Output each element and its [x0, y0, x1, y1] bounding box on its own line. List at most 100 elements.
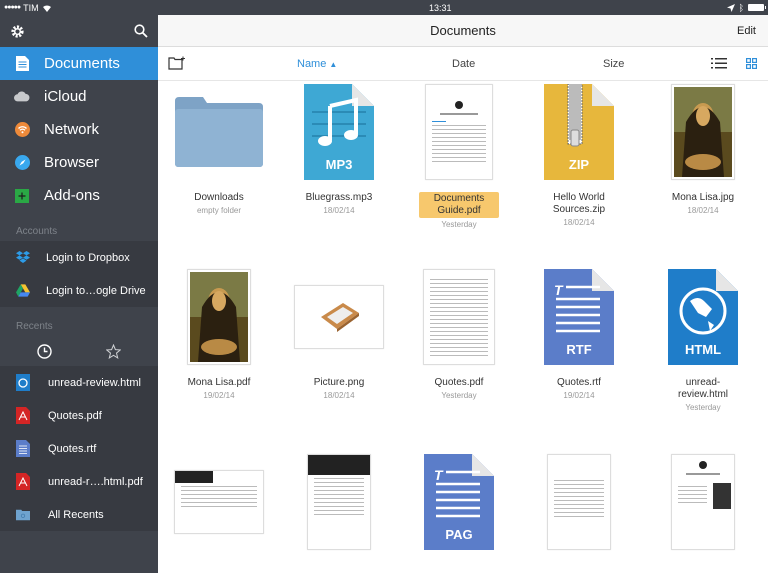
pdf-file-icon [16, 407, 30, 424]
wifi-status-icon [42, 4, 51, 12]
file-item[interactable] [158, 452, 280, 552]
file-thumbnail [398, 267, 520, 367]
sidebar-item-label: Browser [44, 154, 100, 171]
file-thumbnail: MP3 [278, 82, 400, 182]
file-date: Yesterday [441, 391, 477, 400]
recent-item[interactable]: unread-review.html [0, 366, 158, 399]
recent-label: Quotes.pdf [48, 409, 102, 422]
file-thumbnail [642, 452, 764, 552]
file-name: Bluegrass.mp3 [305, 192, 373, 203]
image-preview [671, 84, 735, 180]
file-item[interactable]: Mona Lisa.pdf 19/02/14 [158, 267, 280, 400]
sidebar-item-label: Documents [44, 55, 120, 72]
accounts-label: Accounts [16, 226, 58, 237]
file-name: unread-review.html [677, 377, 728, 400]
web-preview [174, 470, 264, 534]
grid-view-icon[interactable] [746, 58, 757, 69]
file-date: 18/02/14 [687, 206, 719, 215]
file-name: Documents Guide.pdf [419, 192, 499, 218]
sidebar-item-add-ons[interactable]: Add-ons [0, 179, 158, 212]
sort-name-label: Name [297, 57, 327, 70]
file-item[interactable]: HTML unread-review.html Yesterday [642, 267, 764, 412]
gear-icon[interactable] [10, 24, 25, 39]
sidebar-item-network[interactable]: Network [0, 113, 158, 146]
status-bar: ●●●●● TIM 13:31 ᛒ [0, 0, 768, 15]
recent-item[interactable]: Quotes.pdf [0, 399, 158, 432]
file-name: Mona Lisa.pdf [187, 377, 251, 388]
file-item[interactable]: Quotes.pdf Yesterday [398, 267, 520, 400]
rtf-file-icon [16, 440, 30, 457]
file-type-label: HTML [684, 342, 722, 357]
pdf-preview [423, 269, 495, 365]
file-item[interactable]: T PAG [398, 452, 520, 552]
file-date: empty folder [196, 206, 242, 215]
signal-icon: ●●●●● [4, 4, 21, 11]
file-name: Downloads [194, 192, 244, 203]
star-icon[interactable] [106, 343, 121, 359]
sort-by-name[interactable]: Name ▲ [297, 58, 337, 70]
file-thumbnail [518, 452, 640, 552]
all-recents[interactable]: All Recents [0, 498, 158, 531]
document-icon [14, 56, 30, 72]
file-date: Yesterday [441, 220, 477, 229]
new-folder-icon[interactable] [168, 56, 186, 70]
accounts-list: Login to Dropbox Login to…ogle Drive [0, 241, 158, 307]
file-item[interactable]: MP3 Bluegrass.mp3 18/02/14 [278, 82, 400, 215]
edit-button[interactable]: Edit [737, 25, 756, 37]
list-view-icon[interactable] [711, 58, 727, 69]
file-thumbnail [278, 267, 400, 367]
login-google-drive[interactable]: Login to…ogle Drive [0, 274, 158, 307]
sort-by-size[interactable]: Size [603, 58, 624, 70]
image-preview [294, 285, 384, 349]
recent-label: unread-review.html [48, 376, 141, 389]
file-type-label: RTF [566, 342, 592, 357]
sidebar-item-browser[interactable]: Browser [0, 146, 158, 179]
main-panel: Documents Edit Name ▲ Date Size Download… [158, 15, 768, 573]
recents-list: unread-review.html Quotes.pdf Quotes.rtf… [0, 366, 158, 531]
clock-icon[interactable] [37, 343, 52, 359]
recent-item[interactable]: unread-r….html.pdf [0, 465, 158, 498]
clock: 13:31 [429, 2, 452, 13]
file-item[interactable] [518, 452, 640, 552]
recent-item[interactable]: Quotes.rtf [0, 432, 158, 465]
file-item[interactable]: Downloads empty folder [158, 82, 280, 215]
login-dropbox[interactable]: Login to Dropbox [0, 241, 158, 274]
file-type-label: ZIP [568, 157, 590, 172]
file-type-label: PAG [445, 527, 473, 542]
battery-icon [748, 4, 766, 11]
sidebar-item-icloud[interactable]: iCloud [0, 80, 158, 113]
header: Documents Edit [158, 15, 768, 47]
file-date: 18/02/14 [563, 218, 595, 227]
file-item[interactable] [278, 452, 400, 552]
location-icon [726, 3, 735, 12]
zip-file-icon: ZIP [544, 83, 614, 180]
file-item[interactable]: Picture.png 18/02/14 [278, 267, 400, 400]
sidebar-item-label: Add-ons [44, 187, 100, 204]
wifi-icon [14, 122, 30, 138]
rtf-file-icon: T RTF [544, 269, 614, 365]
search-icon[interactable] [134, 24, 148, 38]
file-thumbnail [158, 82, 280, 182]
file-thumbnail: ZIP [518, 82, 640, 182]
svg-text:T: T [554, 282, 564, 298]
mp3-file-icon: MP3 [304, 84, 374, 180]
sidebar-item-label: iCloud [44, 88, 87, 105]
sort-by-date[interactable]: Date [452, 58, 475, 70]
recent-label: unread-r….html.pdf [48, 475, 143, 488]
file-name: Mona Lisa.jpg [671, 192, 735, 203]
sort-ascending-icon: ▲ [329, 59, 338, 69]
file-item[interactable]: T RTF Quotes.rtf 19/02/14 [518, 267, 640, 400]
pdf-preview [425, 84, 493, 180]
file-name: Quotes.pdf [434, 377, 484, 388]
file-item[interactable] [642, 452, 764, 552]
pdf-preview [671, 454, 735, 550]
file-item[interactable]: ZIP Hello World Sources.zip 18/02/14 [518, 82, 640, 227]
sidebar-item-documents[interactable]: Documents [0, 47, 158, 80]
page-title: Documents [430, 23, 496, 38]
carrier: TIM [23, 2, 39, 13]
file-item[interactable]: Documents Guide.pdf Yesterday [398, 82, 520, 229]
sort-toolbar: Name ▲ Date Size [158, 47, 768, 81]
file-thumbnail [398, 82, 520, 182]
recents-label: Recents [16, 321, 53, 332]
file-item[interactable]: Mona Lisa.jpg 18/02/14 [642, 82, 764, 215]
